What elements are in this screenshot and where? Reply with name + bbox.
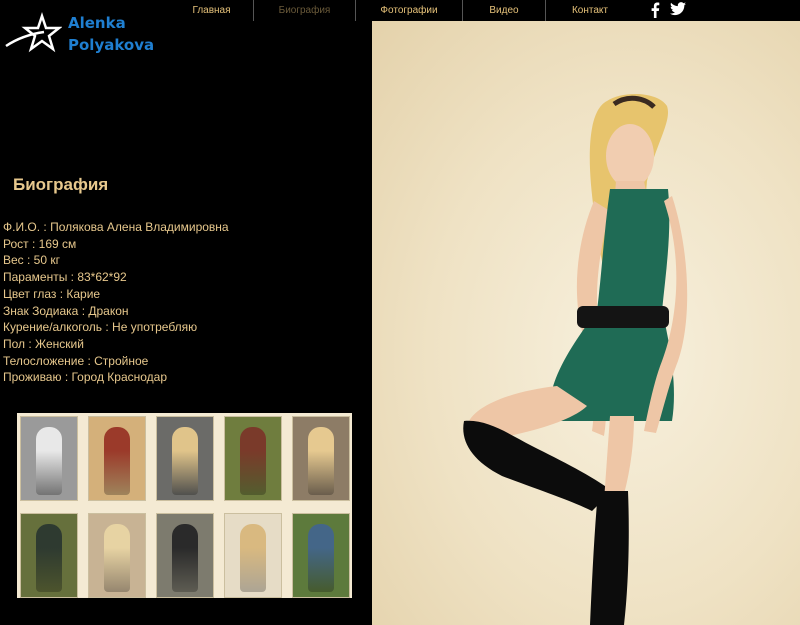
thumbnail-image xyxy=(172,426,198,495)
nav-item-biography[interactable]: Биография xyxy=(254,0,356,21)
bio-item: Телосложение : Стройное xyxy=(3,353,149,368)
thumbnail-image xyxy=(308,426,334,495)
nav-item-home[interactable]: Главная xyxy=(170,0,254,21)
bio-item: Вес : 50 кг xyxy=(3,253,60,268)
thumbnail-image xyxy=(36,523,62,592)
facebook-icon[interactable] xyxy=(650,2,660,18)
photo-gallery xyxy=(17,413,352,598)
gallery-thumbnail-1[interactable] xyxy=(20,416,78,501)
gallery-thumbnail-2[interactable] xyxy=(88,416,146,501)
brand-name-line2: Polyakova xyxy=(68,36,155,54)
twitter-icon[interactable] xyxy=(670,2,686,16)
gallery-thumbnail-9[interactable] xyxy=(224,513,282,598)
page-title: Биография xyxy=(13,175,109,194)
nav-item-photos[interactable]: Фотографии xyxy=(356,0,463,21)
bio-item: Знак Зодиака : Дракон xyxy=(3,303,129,318)
bio-item: Рост : 169 см xyxy=(3,236,77,251)
main-photo xyxy=(372,21,800,625)
social-links xyxy=(650,2,686,18)
nav-item-video[interactable]: Видео xyxy=(463,0,546,21)
gallery-thumbnail-5[interactable] xyxy=(292,416,350,501)
top-nav: Главная Биография Фотографии Видео Конта… xyxy=(170,0,634,21)
nav-item-contact[interactable]: Контакт xyxy=(546,0,634,21)
thumbnail-image xyxy=(104,523,130,592)
thumbnail-image xyxy=(240,426,266,495)
thumbnail-image xyxy=(104,426,130,495)
gallery-thumbnail-8[interactable] xyxy=(156,513,214,598)
brand-name: Alenka Polyakova xyxy=(68,12,154,56)
bio-list: Ф.И.О. : Полякова Алена Владимировна Рос… xyxy=(3,219,229,386)
gallery-thumbnail-10[interactable] xyxy=(292,513,350,598)
thumbnail-image xyxy=(172,523,198,592)
model-figure-image xyxy=(463,94,688,625)
bio-item: Проживаю : Город Краснодар xyxy=(3,370,167,385)
brand-name-line1: Alenka xyxy=(68,14,126,32)
bio-item: Цвет глаз : Карие xyxy=(3,286,101,301)
gallery-thumbnail-6[interactable] xyxy=(20,513,78,598)
bio-item: Курение/алкоголь : Не употребляю xyxy=(3,320,198,335)
thumbnail-image xyxy=(308,523,334,592)
bio-item: Пол : Женский xyxy=(3,336,84,351)
star-logo-icon xyxy=(5,12,62,53)
bio-item: Параменты : 83*62*92 xyxy=(3,270,127,285)
gallery-thumbnail-3[interactable] xyxy=(156,416,214,501)
thumbnail-image xyxy=(36,426,62,495)
bio-item: Ф.И.О. : Полякова Алена Владимировна xyxy=(3,220,229,234)
gallery-thumbnail-4[interactable] xyxy=(224,416,282,501)
gallery-thumbnail-7[interactable] xyxy=(88,513,146,598)
thumbnail-image xyxy=(240,523,266,592)
